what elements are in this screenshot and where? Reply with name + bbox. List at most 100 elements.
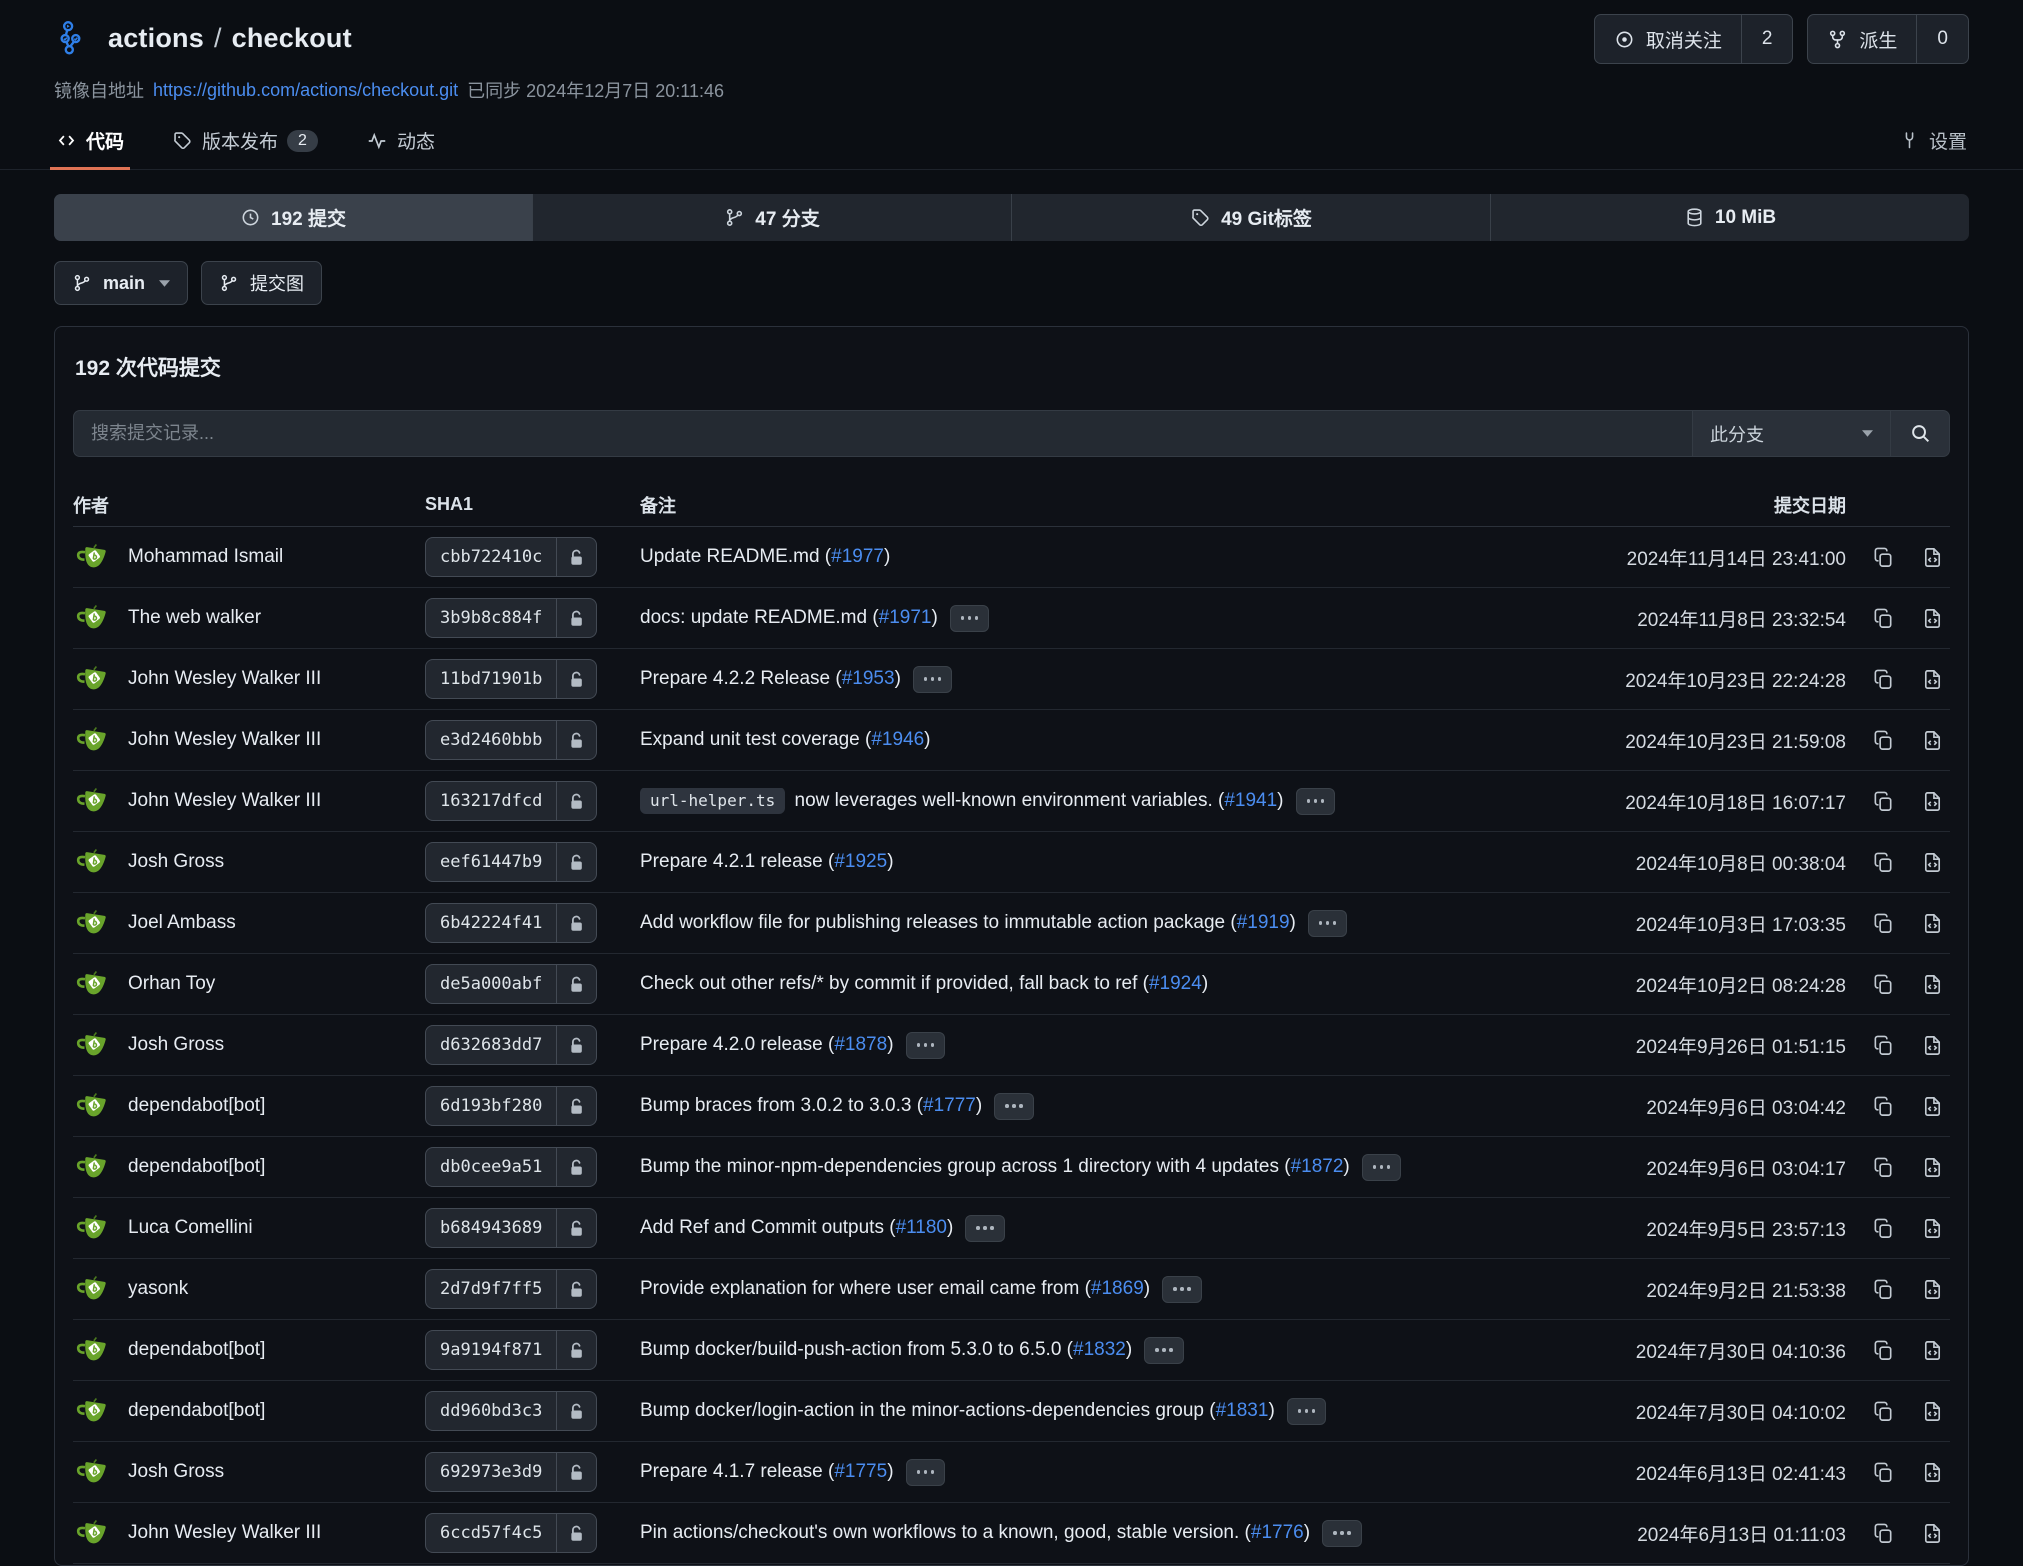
browse-source-icon[interactable]: [1921, 912, 1944, 935]
commit-author[interactable]: John Wesley Walker III: [128, 1522, 321, 1544]
copy-sha-icon[interactable]: [1872, 1278, 1895, 1301]
commit-message-link[interactable]: Bump the minor-npm-dependencies group ac…: [640, 1156, 1291, 1177]
commit-sha-button[interactable]: de5a000abf: [425, 964, 597, 1004]
commit-message-link[interactable]: Bump braces from 3.0.2 to 3.0.3 (: [640, 1095, 923, 1116]
issue-link[interactable]: #1953: [842, 668, 895, 689]
stat-branches[interactable]: 47 分支: [532, 194, 1011, 241]
issue-link[interactable]: #1832: [1073, 1339, 1126, 1360]
browse-source-icon[interactable]: [1921, 790, 1944, 813]
branch-selector[interactable]: main: [54, 261, 188, 305]
issue-link[interactable]: #1180: [896, 1217, 947, 1238]
browse-source-icon[interactable]: [1921, 1461, 1944, 1484]
expand-commit-message-button[interactable]: [1144, 1337, 1184, 1364]
commit-message-link[interactable]: Check out other refs/* by commit if prov…: [640, 973, 1149, 994]
issue-link[interactable]: #1775: [834, 1461, 887, 1482]
tab-settings[interactable]: 设置: [1897, 123, 1969, 169]
commit-message-link[interactable]: Prepare 4.2.1 release (: [640, 851, 834, 872]
commit-sha-button[interactable]: 9a9194f871: [425, 1330, 597, 1370]
commit-message-link[interactable]: Prepare 4.2.0 release (: [640, 1034, 834, 1055]
commit-author[interactable]: Mohammad Ismail: [128, 546, 283, 568]
copy-sha-icon[interactable]: [1872, 851, 1895, 874]
commit-sha-button[interactable]: 6ccd57f4c5: [425, 1513, 597, 1553]
expand-commit-message-button[interactable]: [950, 605, 990, 632]
issue-link[interactable]: #1971: [879, 607, 932, 628]
commit-author[interactable]: John Wesley Walker III: [128, 790, 321, 812]
browse-source-icon[interactable]: [1921, 1156, 1944, 1179]
expand-commit-message-button[interactable]: [906, 1459, 946, 1486]
expand-commit-message-button[interactable]: [1308, 910, 1348, 937]
commit-author[interactable]: dependabot[bot]: [128, 1156, 265, 1178]
browse-source-icon[interactable]: [1921, 1095, 1944, 1118]
expand-commit-message-button[interactable]: [1362, 1154, 1402, 1181]
copy-sha-icon[interactable]: [1872, 1339, 1895, 1362]
commit-message-link[interactable]: Add Ref and Commit outputs (: [640, 1217, 896, 1238]
commit-message-link[interactable]: Provide explanation for where user email…: [640, 1278, 1091, 1299]
commit-author[interactable]: Orhan Toy: [128, 973, 215, 995]
stat-tags[interactable]: 49 Git标签: [1011, 194, 1490, 241]
copy-sha-icon[interactable]: [1872, 1156, 1895, 1179]
issue-link[interactable]: #1777: [923, 1095, 976, 1116]
commit-author[interactable]: yasonk: [128, 1278, 188, 1300]
copy-sha-icon[interactable]: [1872, 1461, 1895, 1484]
expand-commit-message-button[interactable]: [965, 1215, 1005, 1242]
commit-sha-button[interactable]: 2d7d9f7ff5: [425, 1269, 597, 1309]
browse-source-icon[interactable]: [1921, 607, 1944, 630]
commit-author[interactable]: John Wesley Walker III: [128, 668, 321, 690]
commit-author[interactable]: The web walker: [128, 607, 261, 629]
copy-sha-icon[interactable]: [1872, 729, 1895, 752]
browse-source-icon[interactable]: [1921, 1278, 1944, 1301]
commit-author[interactable]: dependabot[bot]: [128, 1339, 265, 1361]
issue-link[interactable]: #1869: [1091, 1278, 1144, 1299]
issue-link[interactable]: #1946: [871, 729, 924, 750]
commit-author[interactable]: Luca Comellini: [128, 1217, 253, 1239]
commit-sha-button[interactable]: 11bd71901b: [425, 659, 597, 699]
browse-source-icon[interactable]: [1921, 851, 1944, 874]
tab-activity[interactable]: 动态: [364, 123, 437, 169]
search-button[interactable]: [1890, 410, 1950, 457]
search-input[interactable]: [73, 410, 1692, 457]
commit-message-link[interactable]: Pin actions/checkout's own workflows to …: [640, 1522, 1251, 1543]
expand-commit-message-button[interactable]: [1162, 1276, 1202, 1303]
commit-author[interactable]: Josh Gross: [128, 851, 224, 873]
repo-owner-link[interactable]: actions: [108, 23, 204, 53]
commit-sha-button[interactable]: e3d2460bbb: [425, 720, 597, 760]
commit-sha-button[interactable]: d632683dd7: [425, 1025, 597, 1065]
copy-sha-icon[interactable]: [1872, 912, 1895, 935]
copy-sha-icon[interactable]: [1872, 1217, 1895, 1240]
commit-sha-button[interactable]: 692973e3d9: [425, 1452, 597, 1492]
commit-author[interactable]: dependabot[bot]: [128, 1400, 265, 1422]
commit-message-link[interactable]: now leverages well-known environment var…: [789, 790, 1224, 811]
copy-sha-icon[interactable]: [1872, 607, 1895, 630]
stat-size[interactable]: 10 MiB: [1490, 194, 1969, 241]
copy-sha-icon[interactable]: [1872, 973, 1895, 996]
issue-link[interactable]: #1878: [834, 1034, 887, 1055]
watchers-count-button[interactable]: 2: [1741, 15, 1793, 63]
commit-sha-button[interactable]: 163217dfcd: [425, 781, 597, 821]
commit-author[interactable]: Josh Gross: [128, 1034, 224, 1056]
commit-sha-button[interactable]: eef61447b9: [425, 842, 597, 882]
issue-link[interactable]: #1941: [1224, 790, 1277, 811]
commit-author[interactable]: Josh Gross: [128, 1461, 224, 1483]
browse-source-icon[interactable]: [1921, 1217, 1944, 1240]
commit-message-link[interactable]: Prepare 4.1.7 release (: [640, 1461, 834, 1482]
browse-source-icon[interactable]: [1921, 1339, 1944, 1362]
tab-releases[interactable]: 版本发布 2: [170, 123, 320, 169]
commit-message-link[interactable]: Bump docker/login-action in the minor-ac…: [640, 1400, 1216, 1421]
search-scope-dropdown[interactable]: 此分支: [1692, 410, 1890, 457]
expand-commit-message-button[interactable]: [994, 1093, 1034, 1120]
commit-sha-button[interactable]: cbb722410c: [425, 537, 597, 577]
commit-sha-button[interactable]: 3b9b8c884f: [425, 598, 597, 638]
fork-button[interactable]: 派生: [1808, 15, 1916, 63]
expand-commit-message-button[interactable]: [913, 666, 953, 693]
commit-message-link[interactable]: Update README.md (: [640, 546, 831, 567]
issue-link[interactable]: #1776: [1251, 1522, 1304, 1543]
commit-sha-button[interactable]: db0cee9a51: [425, 1147, 597, 1187]
copy-sha-icon[interactable]: [1872, 1095, 1895, 1118]
commit-message-link[interactable]: Bump docker/build-push-action from 5.3.0…: [640, 1339, 1073, 1360]
repo-name-link[interactable]: checkout: [232, 23, 352, 53]
commit-sha-button[interactable]: 6b42224f41: [425, 903, 597, 943]
expand-commit-message-button[interactable]: [1322, 1520, 1362, 1547]
stat-commits[interactable]: 192 提交: [54, 194, 532, 241]
browse-source-icon[interactable]: [1921, 546, 1944, 569]
browse-source-icon[interactable]: [1921, 1400, 1944, 1423]
